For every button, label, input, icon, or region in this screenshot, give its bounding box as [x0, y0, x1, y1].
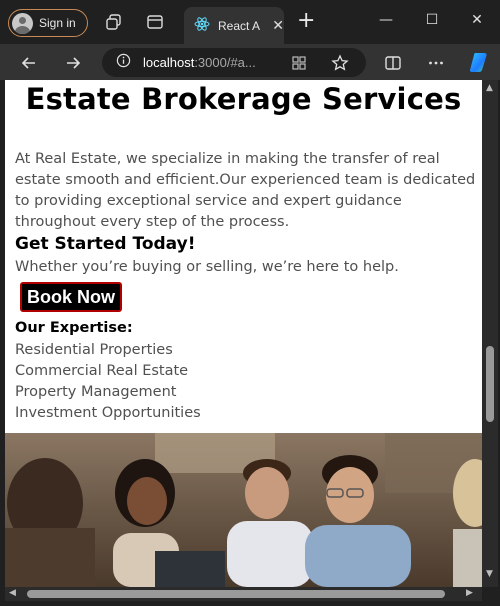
get-started-text: Whether you’re buying or selling, we’re …	[15, 259, 399, 275]
split-screen-icon[interactable]	[382, 52, 404, 74]
plus-icon[interactable]: +	[297, 10, 315, 32]
back-icon[interactable]	[18, 52, 40, 74]
expertise-item: Investment Opportunities	[15, 405, 201, 421]
copilot-icon[interactable]	[467, 49, 493, 75]
tab-actions-icon[interactable]	[145, 12, 165, 32]
minimize-icon[interactable]: —	[376, 12, 396, 28]
sign-in-button[interactable]: Sign in	[8, 9, 88, 37]
tab-bar: Sign in React A ✕ + — ☐ ✕	[0, 0, 500, 44]
sign-in-label: Sign in	[39, 16, 76, 30]
page-title: Estate Brokerage Services	[25, 82, 462, 116]
close-icon[interactable]: ✕	[272, 18, 284, 34]
vertical-scrollbar[interactable]: ▲ ▼	[482, 80, 498, 587]
get-started-heading: Get Started Today!	[15, 234, 196, 254]
horizontal-scrollbar[interactable]: ◀ ▶	[5, 587, 482, 601]
expertise-item: Commercial Real Estate	[15, 363, 189, 379]
book-now-button[interactable]: Book Now	[20, 282, 122, 312]
extensions-icon[interactable]	[288, 52, 310, 74]
react-logo-icon	[194, 16, 210, 36]
url-host: localhost	[143, 55, 195, 70]
scroll-right-icon[interactable]: ▶	[466, 588, 473, 598]
more-icon[interactable]	[425, 52, 447, 74]
expertise-heading: Our Expertise:	[15, 320, 133, 336]
info-icon[interactable]	[116, 53, 131, 72]
url-path: :3000/#a...	[194, 55, 256, 70]
tab-react-app[interactable]: React A ✕	[184, 7, 284, 44]
scroll-up-icon[interactable]: ▲	[486, 83, 493, 93]
vertical-scroll-thumb[interactable]	[486, 346, 494, 422]
window-close-icon[interactable]: ✕	[467, 12, 487, 28]
team-meeting-photo	[5, 433, 482, 587]
horizontal-scroll-thumb[interactable]	[27, 590, 445, 598]
browser-window: Sign in React A ✕ + — ☐ ✕ localhost:300…	[0, 0, 500, 606]
navigation-bar: localhost:3000/#a...	[0, 44, 500, 80]
user-avatar-icon	[12, 12, 33, 34]
forward-icon[interactable]	[62, 52, 84, 74]
maximize-icon[interactable]: ☐	[422, 12, 442, 28]
workspaces-icon[interactable]	[104, 12, 124, 32]
tab-title: React A	[218, 18, 261, 33]
scroll-down-icon[interactable]: ▼	[486, 569, 493, 579]
favorite-star-icon[interactable]	[329, 52, 351, 74]
intro-paragraph: At Real Estate, we specialize in making …	[15, 151, 476, 230]
expertise-item: Residential Properties	[15, 342, 173, 358]
expertise-item: Property Management	[15, 384, 177, 400]
address-bar[interactable]: localhost:3000/#a...	[102, 48, 366, 77]
expertise-list: Residential Properties Commercial Real E…	[15, 340, 201, 424]
scroll-left-icon[interactable]: ◀	[9, 588, 16, 598]
page-viewport[interactable]: Estate Brokerage Services At Real Estate…	[5, 80, 482, 587]
